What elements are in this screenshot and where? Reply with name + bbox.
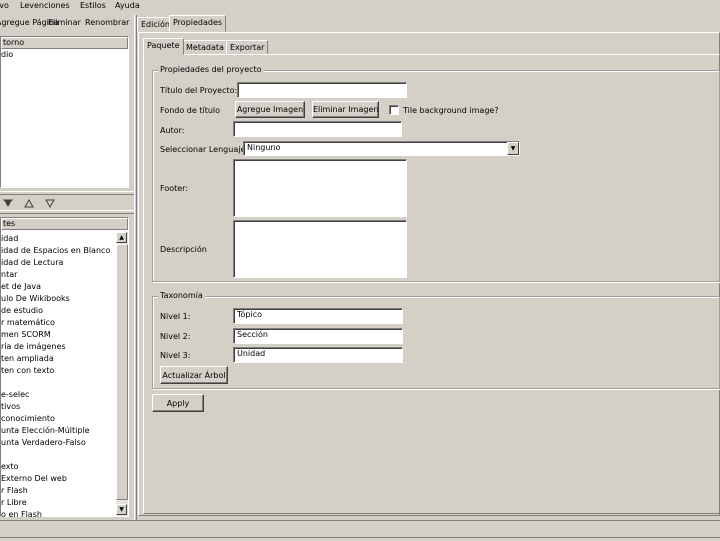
scroll-down-icon[interactable]: ▼ <box>116 504 127 515</box>
description-textarea[interactable] <box>233 220 407 278</box>
chevron-down-icon[interactable]: ▼ <box>507 142 519 155</box>
status-bar <box>0 520 720 540</box>
idevice-list-item[interactable]: ten ampliada <box>1 353 116 365</box>
tab-package[interactable]: Paquete <box>143 38 184 55</box>
idevice-list-item[interactable]: et de Java <box>1 281 116 293</box>
level3-label: Nivel 3: <box>160 351 191 360</box>
scroll-up-icon[interactable]: ▲ <box>116 232 127 243</box>
language-label: Seleccionar Lenguaje <box>160 145 246 154</box>
idevice-list-item[interactable]: ten con texto <box>1 365 116 377</box>
idevice-scrollbar[interactable]: ▲ ▼ <box>116 232 128 516</box>
move-down-icon[interactable] <box>45 199 55 208</box>
level1-label: Nivel 1: <box>160 312 191 321</box>
tab-properties[interactable]: Propiedades <box>169 15 227 32</box>
idevice-list-item[interactable]: unta Elección-Múltiple <box>1 425 116 437</box>
idevice-list-item[interactable]: idad <box>1 233 116 245</box>
project-title-label: Título del Proyecto: <box>160 86 238 95</box>
idevice-list-item[interactable]: idad de Lectura <box>1 257 116 269</box>
project-properties-title: Propiedades del proyecto <box>158 65 264 74</box>
idevice-list-item[interactable]: unta Verdadero-Falso <box>1 437 116 449</box>
rename-button[interactable]: Renombrar <box>85 18 129 27</box>
tile-background-checkbox[interactable] <box>389 105 399 115</box>
idevice-list-item[interactable]: idad de Espacios en Blanco <box>1 245 116 257</box>
taxonomy-title: Taxonomía <box>158 291 205 300</box>
add-image-button[interactable]: Agregue Imagen <box>235 101 305 118</box>
left-pane: Agregue Página Eliminar Renombrar torno … <box>0 15 134 520</box>
author-input[interactable] <box>233 121 402 137</box>
idevice-list-item[interactable]: exto <box>1 461 116 473</box>
update-tree-button[interactable]: Actualizar Árbol <box>160 366 228 384</box>
remove-image-button[interactable]: Eliminar Imagen <box>312 101 379 118</box>
idevice-list-item[interactable]: ntar <box>1 269 116 281</box>
language-selected-value: Ninguno <box>247 143 281 152</box>
promote-arrow-icon[interactable] <box>3 199 13 208</box>
delete-button[interactable]: Eliminar <box>48 18 81 27</box>
outline-header: torno <box>1 37 128 49</box>
idevice-list-item[interactable]: ulo De Wikibooks <box>1 293 116 305</box>
idevice-list-item[interactable]: tivos <box>1 401 116 413</box>
move-up-icon[interactable] <box>24 199 34 208</box>
idevice-list-item[interactable] <box>1 377 116 389</box>
description-label: Descripción <box>160 245 207 254</box>
footer-label: Footer: <box>160 184 189 193</box>
language-select[interactable]: Ninguno ▼ <box>243 141 520 156</box>
pane-splitter-2[interactable] <box>0 210 134 214</box>
scroll-thumb[interactable] <box>116 244 128 500</box>
menu-bar: ivo Levenciones Estilos Ayuda <box>0 0 720 14</box>
menu-file[interactable]: ivo <box>0 1 9 10</box>
footer-textarea[interactable] <box>233 159 407 217</box>
menu-help[interactable]: Ayuda <box>115 1 140 10</box>
outline-tree: torno dio <box>0 36 129 188</box>
idevice-list-item[interactable]: conocimiento <box>1 413 116 425</box>
background-label: Fondo de título <box>160 106 221 115</box>
project-title-input[interactable] <box>237 82 407 98</box>
idevice-list-item[interactable]: ría de imágenes <box>1 341 116 353</box>
level2-label: Nivel 2: <box>160 332 191 341</box>
idevice-header: tes <box>1 218 128 230</box>
idevice-list-item[interactable]: r Libre <box>1 497 116 509</box>
author-label: Autor: <box>160 126 185 135</box>
level1-input[interactable]: Tópico <box>233 308 403 324</box>
idevice-list: tes idad idad de Espacios en Blanco idad d… <box>0 217 129 519</box>
idevice-list-item[interactable]: de estudio <box>1 305 116 317</box>
idevice-list-item[interactable]: r Flash <box>1 485 116 497</box>
menu-styles[interactable]: Estilos <box>80 1 106 10</box>
level3-input[interactable]: Unidad <box>233 347 403 363</box>
idevice-list-item[interactable]: e-selec <box>1 389 116 401</box>
apply-button[interactable]: Apply <box>152 394 204 412</box>
idevice-list-item[interactable]: men SCORM <box>1 329 116 341</box>
menu-tools[interactable]: Levenciones <box>20 1 70 10</box>
vertical-splitter[interactable] <box>134 15 137 520</box>
status-bar-bottom <box>0 537 720 541</box>
idevice-list-item[interactable]: r matemático <box>1 317 116 329</box>
level2-input[interactable]: Sección <box>233 328 403 344</box>
idevice-list-item[interactable]: Externo Del web <box>1 473 116 485</box>
tab-export[interactable]: Exportar <box>226 40 269 55</box>
pane-splitter[interactable] <box>0 191 134 195</box>
tile-background-label: Tile background image? <box>403 106 499 115</box>
tab-metadata[interactable]: Metadata <box>182 40 228 55</box>
idevice-list-item[interactable] <box>1 449 116 461</box>
outline-node-home[interactable]: dio <box>1 49 128 61</box>
idevice-rows: idad idad de Espacios en Blanco idad de Le… <box>1 233 116 521</box>
